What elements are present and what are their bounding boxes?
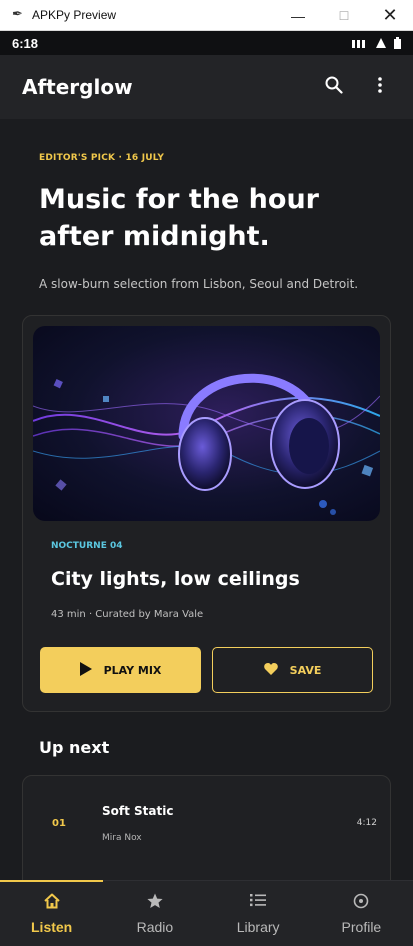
nav-label-radio: Radio — [136, 918, 174, 935]
window-controls: — ☐ ✕ — [275, 0, 413, 31]
heart-icon — [263, 662, 278, 678]
home-icon — [43, 893, 60, 913]
list-item[interactable]: 01 Soft Static Mira Nox 4:12 — [22, 775, 391, 880]
status-bar: 6:18 — [0, 31, 413, 55]
track-artist: Mira Nox — [102, 833, 142, 843]
nav-item-library[interactable]: Library — [207, 881, 310, 946]
signal-icon — [352, 40, 365, 48]
maximize-button[interactable]: ☐ — [321, 0, 367, 31]
hero-headline: Music for the hour after midnight. — [39, 184, 319, 252]
track-duration: 4:12 — [356, 818, 377, 828]
cover-art-headphones — [33, 326, 380, 521]
minimize-button[interactable]: — — [275, 0, 321, 31]
main-content[interactable]: EDITOR'S PICK · 16 JULY Music for the ho… — [0, 119, 413, 880]
nav-item-profile[interactable]: Profile — [310, 881, 413, 946]
mix-tag: NOCTURNE 04 — [51, 541, 123, 551]
track-number: 01 — [52, 818, 66, 829]
mix-title: City lights, low ceilings — [51, 568, 300, 590]
window-title-bar: ✒ APKPy Preview — ☐ ✕ — [0, 0, 413, 31]
play-mix-label: PLAY MIX — [103, 663, 162, 677]
feather-app-icon: ✒ — [12, 7, 23, 22]
track-title: Soft Static — [102, 804, 174, 818]
search-icon[interactable] — [323, 76, 345, 99]
save-button[interactable]: SAVE — [212, 647, 373, 693]
nav-label-library: Library — [236, 918, 280, 935]
editors-pick-kicker: EDITOR'S PICK · 16 JULY — [39, 153, 165, 163]
battery-icon — [394, 37, 401, 49]
featured-mix-card[interactable]: NOCTURNE 04 City lights, low ceilings 43… — [22, 315, 391, 712]
status-icons — [352, 37, 401, 49]
app-title: Afterglow — [22, 75, 133, 99]
more-vert-icon[interactable] — [369, 76, 391, 99]
hero-subline: A slow-burn selection from Lisbon, Seoul… — [39, 277, 359, 291]
play-icon — [79, 661, 92, 679]
up-next-heading: Up next — [39, 738, 110, 757]
close-button[interactable]: ✕ — [367, 0, 413, 31]
wifi-icon — [376, 38, 386, 48]
nav-label-profile: Profile — [341, 918, 382, 935]
profile-icon — [353, 893, 369, 913]
mix-meta: 43 min · Curated by Mara Vale — [51, 609, 204, 620]
list-icon — [250, 893, 267, 913]
nav-item-listen[interactable]: Listen — [0, 880, 104, 946]
status-time: 6:18 — [12, 35, 39, 51]
play-mix-button[interactable]: PLAY MIX — [40, 647, 201, 693]
nav-item-radio[interactable]: Radio — [103, 881, 206, 946]
nav-label-listen: Listen — [31, 918, 73, 935]
app-bar: Afterglow — [0, 55, 413, 119]
bottom-navigation: Listen Radio Library Profile — [0, 880, 413, 946]
window-title: APKPy Preview — [32, 8, 117, 22]
save-label: SAVE — [289, 663, 322, 677]
star-icon — [147, 893, 163, 913]
